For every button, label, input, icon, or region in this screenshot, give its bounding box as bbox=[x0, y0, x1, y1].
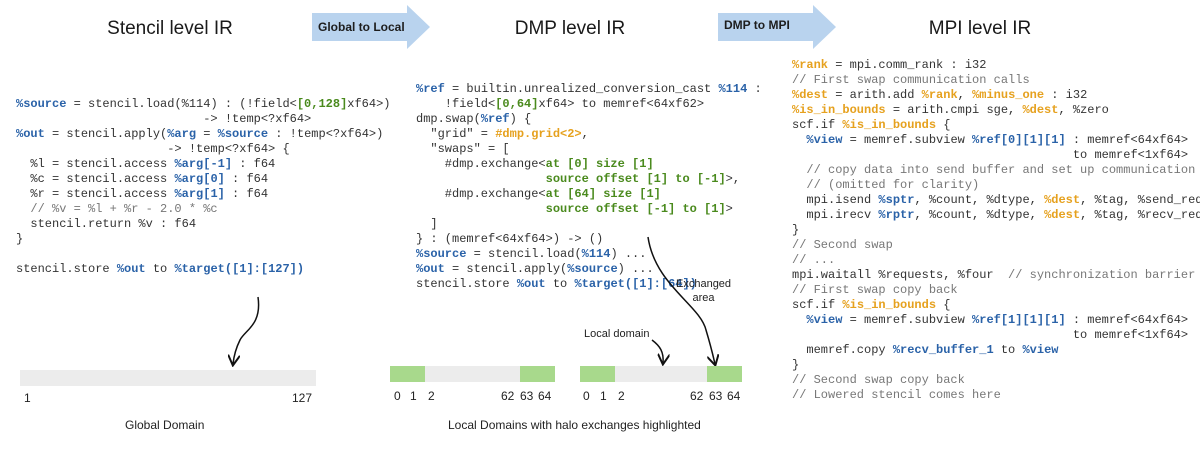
local-tick: 0 bbox=[394, 389, 401, 403]
halo-cell-left-1 bbox=[390, 366, 425, 382]
global-domain-bar bbox=[20, 370, 316, 386]
stencil-line: stencil.store %out to %target([1]:[127]) bbox=[16, 262, 305, 276]
mpi-line: } bbox=[792, 358, 800, 372]
global-domain-caption: Global Domain bbox=[125, 418, 205, 432]
global-to-local-label: Global to Local bbox=[318, 20, 405, 34]
local-tick: 1 bbox=[410, 389, 417, 403]
mpi-line: to memref<1xf64> bbox=[792, 148, 1189, 162]
dmp-line: %out = stencil.apply(%source) ... bbox=[416, 262, 654, 276]
mpi-line: mpi.waitall %requests, %four // synchron… bbox=[792, 268, 1196, 282]
dmp-line: %ref = builtin.unrealized_conversion_cas… bbox=[416, 82, 762, 96]
exchanged-area-label: Exchanged area bbox=[676, 278, 732, 304]
local-domain-arrow bbox=[651, 339, 663, 363]
stencil-line: %r = stencil.access %arg[1] : f64 bbox=[16, 187, 269, 201]
dmp-line: ] bbox=[416, 217, 438, 231]
mpi-line: // First swap communication calls bbox=[792, 73, 1030, 87]
stencil-code-block: %source = stencil.load(%114) : (!field<[… bbox=[16, 97, 391, 277]
stencil-line: } bbox=[16, 232, 24, 246]
mpi-line: to memref<1xf64> bbox=[792, 328, 1189, 342]
stencil-line: %out = stencil.apply(%arg = %source : !t… bbox=[16, 127, 384, 141]
dmp-line: !field<[0,64]xf64> to memref<64xf62> bbox=[416, 97, 705, 111]
dmp-line: #dmp.exchange<at [64] size [1] bbox=[416, 187, 661, 201]
mpi-line: %dest = arith.add %rank, %minus_one : i3… bbox=[792, 88, 1088, 102]
local-domains-caption: Local Domains with halo exchanges highli… bbox=[448, 418, 701, 432]
mpi-line: %rank = mpi.comm_rank : i32 bbox=[792, 58, 987, 72]
mpi-line: scf.if %is_in_bounds { bbox=[792, 298, 951, 312]
halo-cell-left-2 bbox=[580, 366, 615, 382]
local-tick: 63 bbox=[709, 389, 723, 403]
dmp-line: #dmp.exchange<at [0] size [1] bbox=[416, 157, 654, 171]
mpi-line: memref.copy %recv_buffer_1 to %view bbox=[792, 343, 1059, 357]
dmp-line: source offset [-1] to [1]> bbox=[545, 202, 733, 216]
mpi-code-block: %rank = mpi.comm_rank : i32 // First swa… bbox=[792, 58, 1200, 403]
local-tick: 2 bbox=[428, 389, 435, 403]
dmp-code-block: %ref = builtin.unrealized_conversion_cas… bbox=[416, 82, 762, 292]
dmp-to-mpi-label: DMP to MPI bbox=[724, 18, 790, 32]
local-tick: 0 bbox=[583, 389, 590, 403]
local-tick: 64 bbox=[727, 389, 741, 403]
local-tick: 62 bbox=[690, 389, 704, 403]
global-store-arrow bbox=[233, 296, 260, 364]
local-tick: 64 bbox=[538, 389, 552, 403]
dmp-line: dmp.swap(%ref) { bbox=[416, 112, 532, 126]
dmp-line: stencil.store %out to %target([1]:[64]) bbox=[416, 277, 697, 291]
dmp-line: "swaps" = [ bbox=[416, 142, 510, 156]
dmp-line: %source = stencil.load(%114) ... bbox=[416, 247, 647, 261]
mpi-line: scf.if %is_in_bounds { bbox=[792, 118, 951, 132]
mpi-line: // ... bbox=[792, 253, 836, 267]
local-domain-label: Local domain bbox=[584, 328, 650, 340]
local-tick: 63 bbox=[520, 389, 534, 403]
mpi-line: mpi.irecv %rptr, %count, %dtype, %dest, … bbox=[792, 208, 1200, 222]
dmp-line: source offset [1] to [-1]>, bbox=[545, 172, 741, 186]
dmp-line: } : (memref<64xf64>) -> () bbox=[416, 232, 604, 246]
mpi-line: // First swap copy back bbox=[792, 283, 958, 297]
stencil-line: %source = stencil.load(%114) : (!field<[… bbox=[16, 97, 391, 111]
stencil-heading: Stencil level IR bbox=[107, 18, 233, 39]
stencil-line: // %v = %l + %r - 2.0 * %c bbox=[30, 202, 218, 216]
mpi-line: // Lowered stencil comes here bbox=[792, 388, 1001, 402]
local-tick: 2 bbox=[618, 389, 625, 403]
dmp-line: "grid" = #dmp.grid<2>, bbox=[416, 127, 589, 141]
mpi-line: // Second swap bbox=[792, 238, 893, 252]
stencil-line: %c = stencil.access %arg[0] : f64 bbox=[16, 172, 269, 186]
mpi-line: } bbox=[792, 223, 800, 237]
global-tick-start: 1 bbox=[24, 391, 31, 405]
stencil-line: %l = stencil.access %arg[-1] : f64 bbox=[16, 157, 276, 171]
mpi-heading: MPI level IR bbox=[928, 18, 1032, 39]
mpi-line: %view = memref.subview %ref[0][1][1] : m… bbox=[806, 133, 1189, 147]
stencil-line: -> !temp<?xf64> bbox=[16, 112, 312, 126]
halo-cell-right-2 bbox=[707, 366, 742, 382]
halo-cell-right-1 bbox=[520, 366, 555, 382]
local-tick: 62 bbox=[501, 389, 515, 403]
local-tick: 1 bbox=[600, 389, 607, 403]
stencil-line: -> !temp<?xf64> { bbox=[16, 142, 290, 156]
stencil-line: stencil.return %v : f64 bbox=[16, 217, 197, 231]
global-tick-end: 127 bbox=[292, 391, 313, 405]
mpi-line: // Second swap copy back bbox=[792, 373, 965, 387]
mpi-line: %view = memref.subview %ref[1][1][1] : m… bbox=[806, 313, 1189, 327]
mpi-line: %is_in_bounds = arith.cmpi sge, %dest, %… bbox=[792, 103, 1109, 117]
mpi-line: // copy data into send buffer and set up… bbox=[806, 163, 1196, 177]
mpi-line: // (omitted for clarity) bbox=[806, 178, 980, 192]
dmp-heading: DMP level IR bbox=[514, 18, 626, 39]
mpi-line: mpi.isend %sptr, %count, %dtype, %dest, … bbox=[792, 193, 1200, 207]
